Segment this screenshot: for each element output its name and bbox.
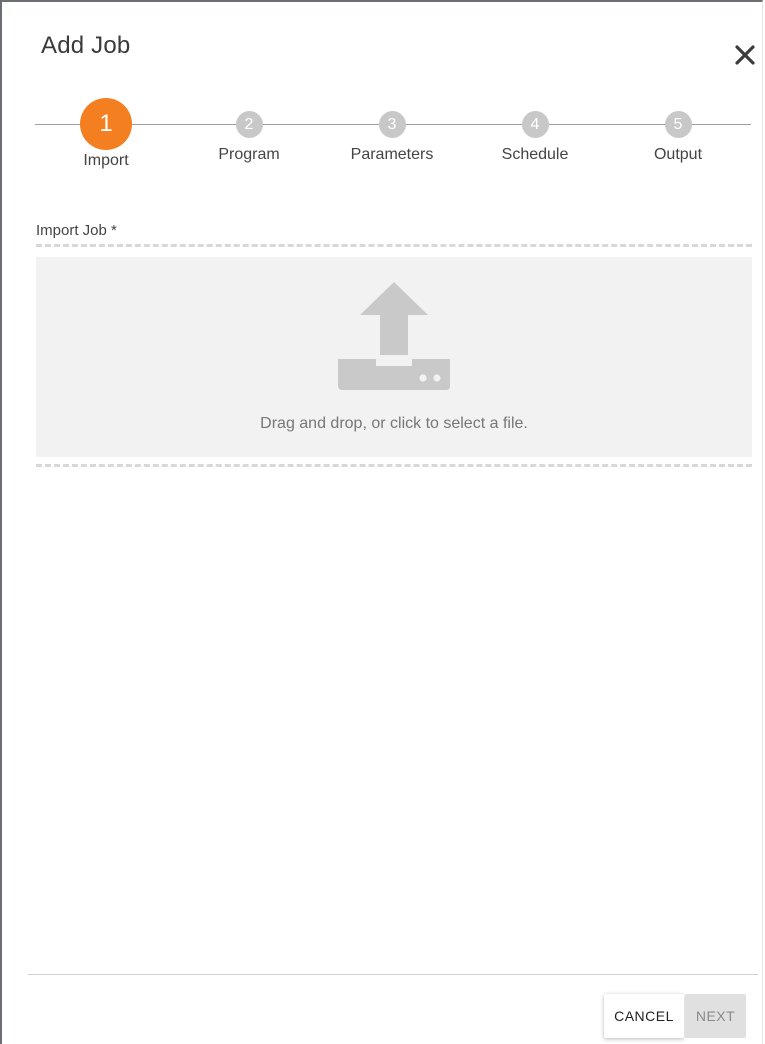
step-number-circle: 3 bbox=[378, 111, 406, 138]
close-icon bbox=[735, 45, 755, 65]
stepper: 1 Import 2 Program 3 Parameters 4 Schedu… bbox=[35, 98, 751, 190]
step-number-circle: 5 bbox=[664, 111, 692, 138]
step-number-circle: 4 bbox=[521, 111, 549, 138]
step-number-circle: 2 bbox=[235, 111, 263, 138]
step-label: Import bbox=[83, 152, 129, 169]
step-program[interactable]: 2 Program bbox=[189, 110, 309, 164]
step-label: Schedule bbox=[501, 146, 569, 163]
add-job-dialog: Add Job 1 Import 2 Program 3 Parameters … bbox=[0, 0, 763, 1044]
close-button[interactable] bbox=[732, 42, 758, 68]
dropzone-text: Drag and drop, or click to select a file… bbox=[260, 415, 528, 432]
step-schedule[interactable]: 4 Schedule bbox=[475, 110, 595, 164]
step-number-circle: 1 bbox=[80, 98, 132, 150]
cancel-button[interactable]: CANCEL bbox=[604, 994, 684, 1038]
next-button[interactable]: NEXT bbox=[685, 994, 746, 1038]
step-label: Output bbox=[653, 146, 703, 163]
dialog-title: Add Job bbox=[41, 32, 131, 59]
step-label: Parameters bbox=[350, 146, 434, 163]
dropzone-bottom-border bbox=[36, 464, 752, 467]
upload-icon bbox=[338, 282, 450, 390]
step-import[interactable]: 1 Import bbox=[46, 98, 166, 170]
step-parameters[interactable]: 3 Parameters bbox=[332, 110, 452, 164]
file-dropzone[interactable]: Drag and drop, or click to select a file… bbox=[36, 257, 752, 457]
footer-divider bbox=[28, 974, 758, 975]
import-job-label: Import Job * bbox=[36, 222, 117, 239]
step-output[interactable]: 5 Output bbox=[618, 110, 738, 164]
dropzone-top-border bbox=[36, 244, 752, 247]
step-label: Program bbox=[218, 146, 280, 163]
